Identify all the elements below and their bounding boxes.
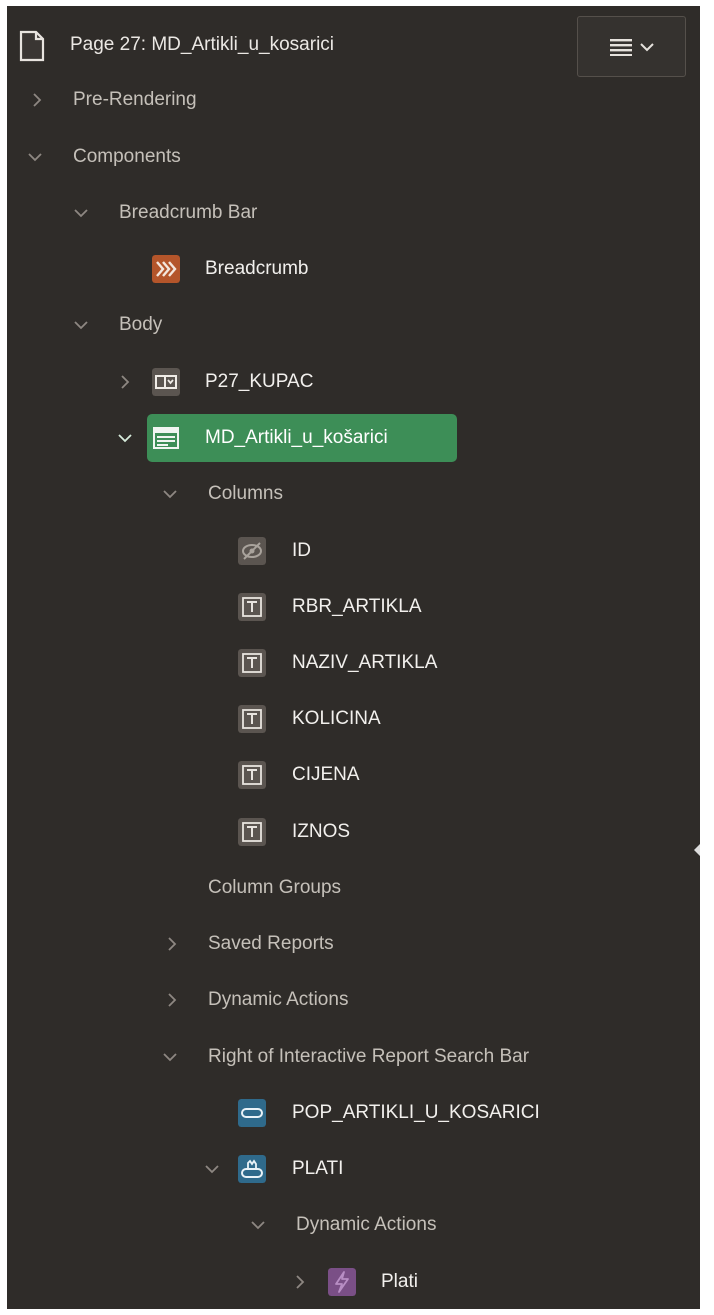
- tree-label: Breadcrumb Bar: [119, 202, 258, 223]
- text-column-icon: [238, 593, 266, 621]
- tree-node-column-groups[interactable]: Column Groups: [7, 868, 700, 908]
- tree-node-breadcrumb[interactable]: Breadcrumb: [7, 249, 700, 289]
- chevron-right-icon[interactable]: [117, 374, 133, 390]
- tree-menu-button[interactable]: [577, 16, 686, 77]
- tree-node-col-id[interactable]: ID: [7, 531, 700, 571]
- tree-label: Columns: [208, 483, 283, 504]
- splitter-handle[interactable]: [694, 844, 700, 856]
- tree-label: Components: [73, 146, 181, 167]
- page-title[interactable]: Page 27: MD_Artikli_u_kosarici: [70, 34, 334, 56]
- text-column-icon: [238, 761, 266, 789]
- tree-node-columns[interactable]: Columns: [7, 474, 700, 514]
- tree-label: PLATI: [292, 1158, 344, 1179]
- chevron-down-icon[interactable]: [73, 317, 89, 333]
- tree-label: P27_KUPAC: [205, 371, 314, 392]
- chevron-down-icon[interactable]: [250, 1217, 266, 1233]
- tree-node-plati-action[interactable]: Plati: [7, 1262, 700, 1302]
- tree-header: Page 27: MD_Artikli_u_kosarici: [7, 6, 700, 86]
- tree-label: Dynamic Actions: [296, 1214, 437, 1235]
- tree-label: NAZIV_ARTIKLA: [292, 652, 438, 673]
- tree-label: Body: [119, 314, 163, 335]
- tree-node-dynamic-actions[interactable]: Dynamic Actions: [7, 980, 700, 1020]
- tree-label: RBR_ARTIKLA: [292, 596, 422, 617]
- tree-label: IZNOS: [292, 821, 351, 842]
- lightning-icon: [328, 1268, 356, 1296]
- chevron-down-icon[interactable]: [27, 149, 43, 165]
- chevron-down-icon[interactable]: [162, 486, 178, 502]
- button-icon: [238, 1099, 266, 1127]
- tree-label: POP_ARTIKLI_U_KOSARICI: [292, 1102, 540, 1123]
- page-icon: [19, 30, 45, 62]
- tree-node-plati[interactable]: PLATI: [7, 1149, 700, 1189]
- chevron-right-icon[interactable]: [292, 1274, 308, 1290]
- chevron-down-icon[interactable]: [117, 430, 133, 446]
- tree-node-col-naziv[interactable]: NAZIV_ARTIKLA: [7, 643, 700, 683]
- select-list-icon: [152, 368, 180, 396]
- breadcrumb-icon: [152, 255, 180, 283]
- tree-node-breadcrumb-bar[interactable]: Breadcrumb Bar: [7, 193, 700, 233]
- tree-node-right-of-search-bar[interactable]: Right of Interactive Report Search Bar: [7, 1037, 700, 1077]
- chevron-down-icon[interactable]: [162, 1049, 178, 1065]
- text-column-icon: [238, 818, 266, 846]
- tree-label: Breadcrumb: [205, 258, 309, 279]
- tree-label: KOLICINA: [292, 708, 381, 729]
- tree-panel: Page 27: MD_Artikli_u_kosarici Pre-Rende…: [7, 6, 700, 1309]
- tree-label: Pre-Rendering: [73, 89, 197, 110]
- tree-node-col-cijena[interactable]: CIJENA: [7, 755, 700, 795]
- tree-node-plati-dynamic-actions[interactable]: Dynamic Actions: [7, 1205, 700, 1245]
- chevron-down-icon[interactable]: [73, 205, 89, 221]
- chevron-down-icon: [639, 42, 654, 51]
- text-column-icon: [238, 649, 266, 677]
- tree-node-p27-kupac[interactable]: P27_KUPAC: [7, 362, 700, 402]
- tree-label: Right of Interactive Report Search Bar: [208, 1046, 530, 1067]
- chevron-right-icon[interactable]: [29, 92, 45, 108]
- tree-node-col-kolicina[interactable]: KOLICINA: [7, 699, 700, 739]
- hidden-column-icon: [238, 537, 266, 565]
- tree-node-pop-artikli[interactable]: POP_ARTIKLI_U_KOSARICI: [7, 1093, 700, 1133]
- tree-node-body[interactable]: Body: [7, 305, 700, 345]
- chevron-right-icon[interactable]: [164, 992, 180, 1008]
- tree-node-col-iznos[interactable]: IZNOS: [7, 812, 700, 852]
- tree-node-col-rbr[interactable]: RBR_ARTIKLA: [7, 587, 700, 627]
- tree-label: Dynamic Actions: [208, 989, 349, 1010]
- chevron-right-icon[interactable]: [164, 936, 180, 952]
- tree-label: Column Groups: [208, 877, 342, 898]
- tree-label: Plati: [381, 1271, 418, 1292]
- tree-node-saved-reports[interactable]: Saved Reports: [7, 924, 700, 964]
- tree-label: ID: [292, 540, 311, 561]
- text-column-icon: [238, 705, 266, 733]
- interactive-report-icon: [153, 427, 179, 449]
- tree-node-pre-rendering[interactable]: Pre-Rendering: [7, 80, 700, 120]
- tree-label: Saved Reports: [208, 933, 334, 954]
- button-click-icon: [238, 1155, 266, 1183]
- menu-lines-icon: [609, 38, 632, 56]
- tree-label: MD_Artikli_u_košarici: [205, 427, 388, 448]
- tree-label: CIJENA: [292, 764, 360, 785]
- chevron-down-icon[interactable]: [204, 1161, 220, 1177]
- tree-node-report[interactable]: MD_Artikli_u_košarici: [7, 418, 700, 458]
- tree-node-components[interactable]: Components: [7, 137, 700, 177]
